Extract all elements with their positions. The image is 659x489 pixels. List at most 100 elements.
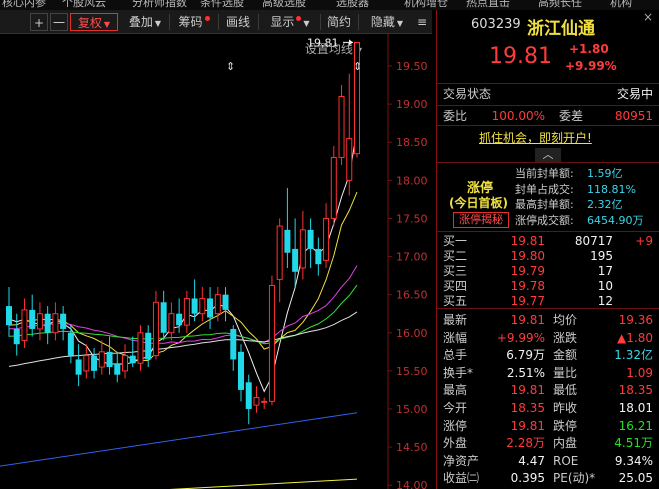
top-menu-item[interactable]: 核心内参 — [2, 0, 46, 10]
trade-status-value: 交易中 — [616, 87, 653, 101]
stats-row: 今开 18.35 昨收 18.01 — [443, 399, 655, 417]
y-tick-label: 18.00 — [396, 174, 428, 187]
top-menu-item[interactable]: 分析师指数 — [132, 0, 187, 10]
adjust-price-button[interactable]: 复权 ▼ — [70, 13, 118, 31]
limit-stat-row: 最高封单额: 2.32亿 — [515, 197, 623, 213]
bid-row[interactable]: 买四 19.78 10 — [443, 279, 655, 294]
stat-label: 最低 — [553, 383, 578, 398]
open-account-link[interactable]: 抓住机会，即刻开户! — [479, 129, 592, 146]
candle-body — [137, 332, 144, 364]
stat-value: 19.81 — [510, 313, 545, 327]
candle-body — [323, 217, 330, 261]
bid-row[interactable]: 买二 19.80 195 — [443, 249, 655, 264]
hide-button[interactable]: 隐藏 ▼ — [362, 13, 412, 31]
notification-dot-icon — [204, 16, 210, 21]
chevron-down-icon: ▼ — [396, 19, 404, 28]
y-tick-label: 14.00 — [396, 479, 428, 489]
stat-value: 18.01 — [618, 401, 653, 415]
bid-volume: 80717 — [574, 234, 613, 248]
y-tick-label: 19.00 — [396, 98, 428, 111]
top-menu-bar: 核心内参 个股风云 分析师指数 条件选股 高级选股 选股器 机构增仓 热点直击 … — [0, 0, 659, 10]
top-menu-item[interactable]: 机构增仓 — [404, 0, 448, 10]
ma-line-250 — [169, 478, 358, 489]
stat-label: 收益㈡ — [443, 471, 480, 486]
top-menu-item[interactable]: 机构 — [610, 0, 632, 10]
limit-stat-label: 当前封单额: — [515, 167, 574, 180]
candle-body — [29, 309, 36, 329]
bid-label: 买四 — [443, 279, 468, 293]
stat-label: 最新 — [443, 313, 468, 327]
top-menu-item[interactable]: 个股风云 — [62, 0, 106, 10]
bid-row[interactable]: 买五 19.77 12 — [443, 294, 655, 309]
limit-stat-label: 最高封单额: — [515, 198, 574, 211]
bid-row[interactable]: 买三 19.79 17 — [443, 264, 655, 279]
divider — [437, 231, 659, 232]
stat-label: 换手* — [443, 365, 474, 380]
y-tick-label: 17.00 — [396, 251, 428, 264]
trade-status-row: 交易状态 交易中 — [443, 85, 655, 103]
weicha-value: 80951 — [614, 109, 653, 123]
overlay-button[interactable]: 叠加 ▼ — [122, 13, 168, 31]
bid-row[interactable]: 买一 19.81 80717 +9 — [443, 234, 655, 249]
ma-line-120 — [0, 412, 358, 467]
candle-body — [191, 298, 198, 314]
stat-value: ▲1.80 — [617, 330, 653, 345]
candle-body — [106, 351, 113, 368]
stats-row: 涨停 19.81 跌停 16.21 — [443, 417, 655, 435]
display-label: 显示 — [270, 15, 295, 29]
brief-button[interactable]: 简约 — [323, 13, 355, 31]
chips-button[interactable]: 筹码 — [172, 13, 216, 31]
annotation-arrow-head — [349, 39, 353, 46]
stat-label: PE(动)* — [553, 471, 596, 486]
limit-stat-label: 封单占成交: — [515, 182, 574, 196]
candle-body — [67, 332, 74, 356]
candle-body — [83, 355, 90, 372]
bid-volume: 10 — [597, 279, 613, 293]
collapse-icon[interactable]: ︿ — [535, 148, 561, 162]
stats-row: 收益㈡ 0.395 PE(动)* 25.05 — [443, 469, 655, 487]
zoom-out-button[interactable]: 一 — [50, 13, 68, 31]
candle-body — [338, 95, 345, 158]
limit-stat-row: 涨停成交额: 6454.90万 — [515, 213, 644, 229]
stat-value: 16.21 — [618, 418, 653, 433]
top-menu-item[interactable]: 选股器 — [336, 0, 369, 10]
stat-value: 1.09 — [626, 365, 653, 380]
limit-up-subtitle: (今日首板) — [449, 196, 508, 210]
candle-body — [284, 229, 291, 253]
stat-value: 18.35 — [618, 383, 653, 398]
close-icon[interactable]: × — [643, 10, 653, 24]
zoom-in-button[interactable]: + — [30, 13, 48, 31]
candle-body — [6, 306, 12, 326]
limit-stat-value: 6454.90万 — [587, 213, 644, 227]
top-menu-item[interactable]: 高级选股 — [262, 0, 306, 10]
stats-row: 净资产 4.47 ROE 9.34% — [443, 452, 655, 470]
y-tick-label: 18.50 — [396, 136, 428, 149]
candle-body — [98, 351, 105, 368]
menu-icon[interactable]: ≡ — [414, 13, 430, 31]
candle-body — [145, 332, 152, 360]
notification-dot-icon — [296, 16, 302, 21]
limit-up-reveal-button[interactable]: 涨停揭秘 — [453, 212, 509, 228]
limit-stat-value: 2.32亿 — [587, 198, 623, 211]
candle-body — [253, 397, 260, 406]
kline-chart[interactable]: 19.50 19.00 18.50 18.00 17.50 17.00 16.50 16.00… — [0, 34, 432, 489]
top-menu-item[interactable]: 条件选股 — [200, 0, 244, 10]
candle-body — [315, 248, 322, 265]
range-marker-icon: ⇕ — [353, 60, 362, 73]
bid-label: 买一 — [443, 234, 468, 248]
stat-value: 18.35 — [510, 401, 545, 415]
candle-body — [307, 229, 314, 249]
stat-label: 涨跌 — [553, 330, 578, 345]
candle-body — [75, 359, 82, 375]
y-tick-label: 16.00 — [396, 327, 428, 340]
stat-value: 19.81 — [510, 383, 545, 398]
top-menu-item[interactable]: 热点直击 — [466, 0, 510, 10]
candle-body — [238, 351, 244, 390]
limit-stat-row: 当前封单额: 1.59亿 — [515, 166, 623, 182]
stat-label: 量比 — [553, 365, 578, 380]
stat-label: 金额 — [553, 348, 578, 363]
display-button[interactable]: 显示 ▼ — [262, 13, 318, 31]
draw-line-button[interactable]: 画线 — [220, 13, 256, 31]
kline-chart-area[interactable]: 设置均线▼ 19.5019.0018.5018.0017.5017.0016.5… — [0, 34, 432, 489]
top-menu-item[interactable]: 高频长任 — [538, 0, 582, 10]
